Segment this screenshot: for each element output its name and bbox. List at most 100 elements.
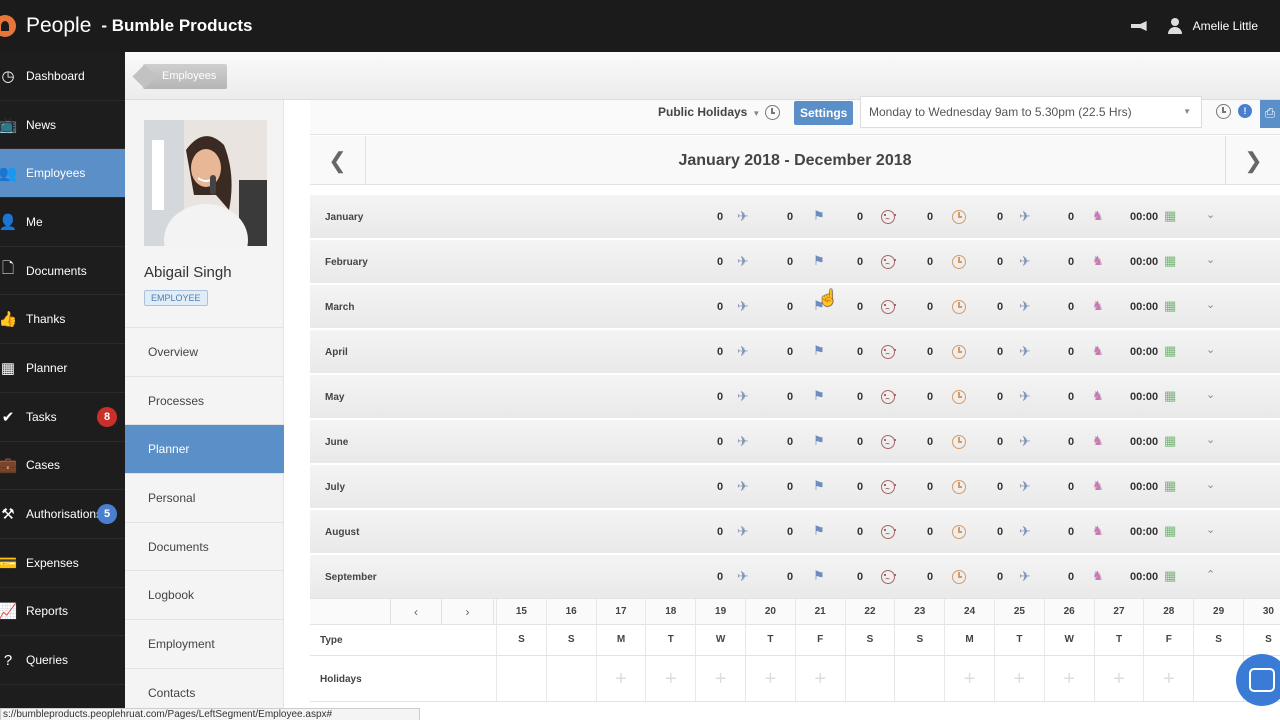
- sidebar-item-documents[interactable]: 🗋 Documents: [0, 247, 125, 296]
- breadcrumb-bar: Employees: [125, 52, 1280, 100]
- sidebar-item-dashboard[interactable]: ◷ Dashboard: [0, 52, 125, 101]
- chevron-down-icon[interactable]: ⌄: [1206, 433, 1215, 446]
- add-holiday-plus-icon[interactable]: +: [595, 656, 646, 702]
- add-holiday-plus-icon[interactable]: +: [645, 656, 695, 702]
- profile-menu-documents[interactable]: Documents: [125, 521, 284, 571]
- sickness-face-icon: [881, 255, 896, 269]
- settings-button[interactable]: Settings: [794, 101, 854, 125]
- user-icon[interactable]: [1167, 18, 1183, 34]
- month-time-total: 00:00: [1130, 211, 1159, 223]
- caret-down-icon: ▼: [1183, 107, 1191, 116]
- sidebar-item-label: Thanks: [26, 312, 66, 327]
- sidebar-item-authorisations[interactable]: ⚒ Authorisations 5: [0, 490, 125, 539]
- history-clock-icon[interactable]: [765, 105, 780, 120]
- sidebar-item-employees[interactable]: 👥 Employees: [0, 149, 125, 199]
- month-count: 0: [1068, 301, 1075, 313]
- month-name: September: [325, 572, 377, 583]
- month-row-july[interactable]: July 0 0 0 0 0 0 ✈ ⚑ ✈ ♞ ▦ 00:00 ⌄: [310, 465, 1280, 509]
- month-row-august[interactable]: August 0 0 0 0 0 0 ✈ ⚑ ✈ ♞ ▦ 00:00 ⌄: [310, 510, 1280, 554]
- month-count: 0: [1068, 436, 1075, 448]
- month-count: 0: [787, 481, 794, 493]
- sidebar-item-cases[interactable]: 💼 Cases: [0, 442, 125, 491]
- chat-support-button[interactable]: [1236, 654, 1280, 706]
- calendar-icon: ▦: [1164, 253, 1177, 268]
- month-row-june[interactable]: June 0 0 0 0 0 0 ✈ ⚑ ✈ ♞ ▦ 00:00 ⌄: [310, 420, 1280, 464]
- people-logo-icon[interactable]: [0, 15, 16, 37]
- profile-menu-processes[interactable]: Processes: [125, 375, 284, 425]
- chevron-down-icon[interactable]: ⌄: [1206, 208, 1215, 221]
- gavel-icon: ⚒: [1, 506, 15, 524]
- month-row-april[interactable]: April 0 0 0 0 0 0 ✈ ⚑ ✈ ♞ ▦ 00:00 ⌄: [310, 330, 1280, 374]
- chevron-down-icon[interactable]: ⌄: [1206, 478, 1215, 491]
- current-user-name[interactable]: Amelie Little: [1193, 19, 1258, 33]
- chevron-down-icon[interactable]: ⌄: [1206, 343, 1215, 356]
- sidebar-item-me[interactable]: 👤 Me: [0, 198, 125, 247]
- holidays-label: Holidays: [320, 674, 362, 685]
- add-holiday-plus-icon[interactable]: +: [994, 656, 1044, 702]
- add-holiday-plus-icon[interactable]: +: [944, 656, 994, 702]
- calendar-icon: ▦: [1164, 433, 1177, 448]
- month-time-total: 00:00: [1130, 391, 1159, 403]
- profile-menu-planner[interactable]: Planner: [125, 424, 284, 474]
- profile-menu-personal[interactable]: Personal: [125, 473, 284, 522]
- weekday-letter: T: [994, 625, 1044, 655]
- next-days-button[interactable]: ›: [442, 599, 494, 625]
- chevron-up-icon[interactable]: ⌃: [1206, 568, 1215, 581]
- time-clock-icon[interactable]: [1216, 104, 1231, 119]
- sidebar-item-expenses[interactable]: 💳 Expenses: [0, 539, 125, 588]
- chevron-down-icon[interactable]: ⌄: [1206, 523, 1215, 536]
- previous-year-button[interactable]: ❮: [310, 136, 366, 185]
- add-holiday-plus-icon[interactable]: +: [745, 656, 795, 702]
- sidebar-item-reports[interactable]: 📈 Reports: [0, 588, 125, 637]
- profile-menu-employment[interactable]: Employment: [125, 619, 284, 668]
- info-icon[interactable]: !: [1238, 104, 1252, 118]
- month-time-total: 00:00: [1130, 256, 1159, 268]
- month-row-may[interactable]: May 0 0 0 0 0 0 ✈ ⚑ ✈ ♞ ▦ 00:00 ⌄: [310, 375, 1280, 419]
- overseas-travel-icon: ✈: [1019, 433, 1031, 449]
- sidebar-item-news[interactable]: 📺 News: [0, 101, 125, 150]
- profile-menu-logbook[interactable]: Logbook: [125, 570, 284, 619]
- month-row-march[interactable]: March 0 0 0 0 0 0 ✈ ⚑ ✈ ♞ ▦ 00:00 ⌄: [310, 285, 1280, 329]
- month-count: 0: [787, 301, 794, 313]
- public-holidays-dropdown[interactable]: Public Holidays ▼: [658, 105, 760, 119]
- profile-menu-overview[interactable]: Overview: [125, 327, 284, 376]
- add-holiday-plus-icon[interactable]: +: [695, 656, 745, 702]
- add-holiday-plus-icon[interactable]: +: [794, 656, 845, 702]
- breadcrumb-employees[interactable]: Employees: [143, 64, 228, 89]
- sickness-face-icon: [881, 435, 896, 449]
- next-year-button[interactable]: ❯: [1225, 136, 1280, 185]
- chevron-down-icon[interactable]: ⌄: [1206, 388, 1215, 401]
- month-row-february[interactable]: February 0 0 0 0 0 0 ✈ ⚑ ✈ ♞ ▦ 00:00 ⌄: [310, 240, 1280, 284]
- announcements-icon[interactable]: [1129, 19, 1149, 33]
- top-bar: People - Bumble Products Amelie Little: [0, 0, 1280, 52]
- add-holiday-plus-icon[interactable]: +: [1043, 656, 1094, 702]
- lateness-clock-icon: [952, 435, 966, 449]
- day-number: 19: [695, 599, 745, 625]
- mouse-cursor-icon: ☝: [818, 290, 838, 307]
- sidebar-item-thanks[interactable]: 👍 Thanks: [0, 295, 125, 345]
- chevron-down-icon[interactable]: ⌄: [1206, 253, 1215, 266]
- document-icon: 🗋: [1, 260, 15, 278]
- previous-days-button[interactable]: ‹: [390, 599, 442, 625]
- status-bar-url: s://bumbleproducts.peoplehruat.com/Pages…: [0, 708, 420, 720]
- month-row-january[interactable]: January 0 0 0 0 0 0 ✈ ⚑ ✈ ♞ ▦ 00:00 ⌄: [310, 195, 1280, 239]
- weekday-letter: T: [645, 625, 695, 655]
- chevron-down-icon[interactable]: ⌄: [1206, 298, 1215, 311]
- add-holiday-plus-icon[interactable]: +: [1143, 656, 1193, 702]
- sidebar-item-planner[interactable]: ▦ Planner: [0, 344, 125, 393]
- add-holiday-plus-icon[interactable]: +: [1093, 656, 1144, 702]
- sidebar-item-label: Dashboard: [26, 68, 85, 83]
- sidebar-item-queries[interactable]: ? Queries: [0, 636, 125, 685]
- thumbs-up-icon: 👍: [0, 311, 18, 329]
- holiday-plane-icon: ✈: [737, 343, 749, 359]
- month-row-september[interactable]: September 0 0 0 0 0 0 ✈ ⚑ ✈ ♞ ▦ 00:00 ⌃: [310, 555, 1280, 599]
- sidebar-item-tasks[interactable]: ✔ Tasks 8: [0, 393, 125, 442]
- holiday-plane-icon: ✈: [737, 253, 749, 269]
- lateness-clock-icon: [952, 300, 966, 314]
- work-schedule-select[interactable]: Monday to Wednesday 9am to 5.30pm (22.5 …: [860, 96, 1202, 128]
- sidebar-item-label: Cases: [26, 458, 61, 473]
- public-holidays-label: Public Holidays: [658, 105, 748, 119]
- wallet-icon: 💳: [0, 554, 18, 572]
- month-count: 0: [997, 256, 1004, 268]
- print-icon[interactable]: ⎙: [1260, 100, 1280, 128]
